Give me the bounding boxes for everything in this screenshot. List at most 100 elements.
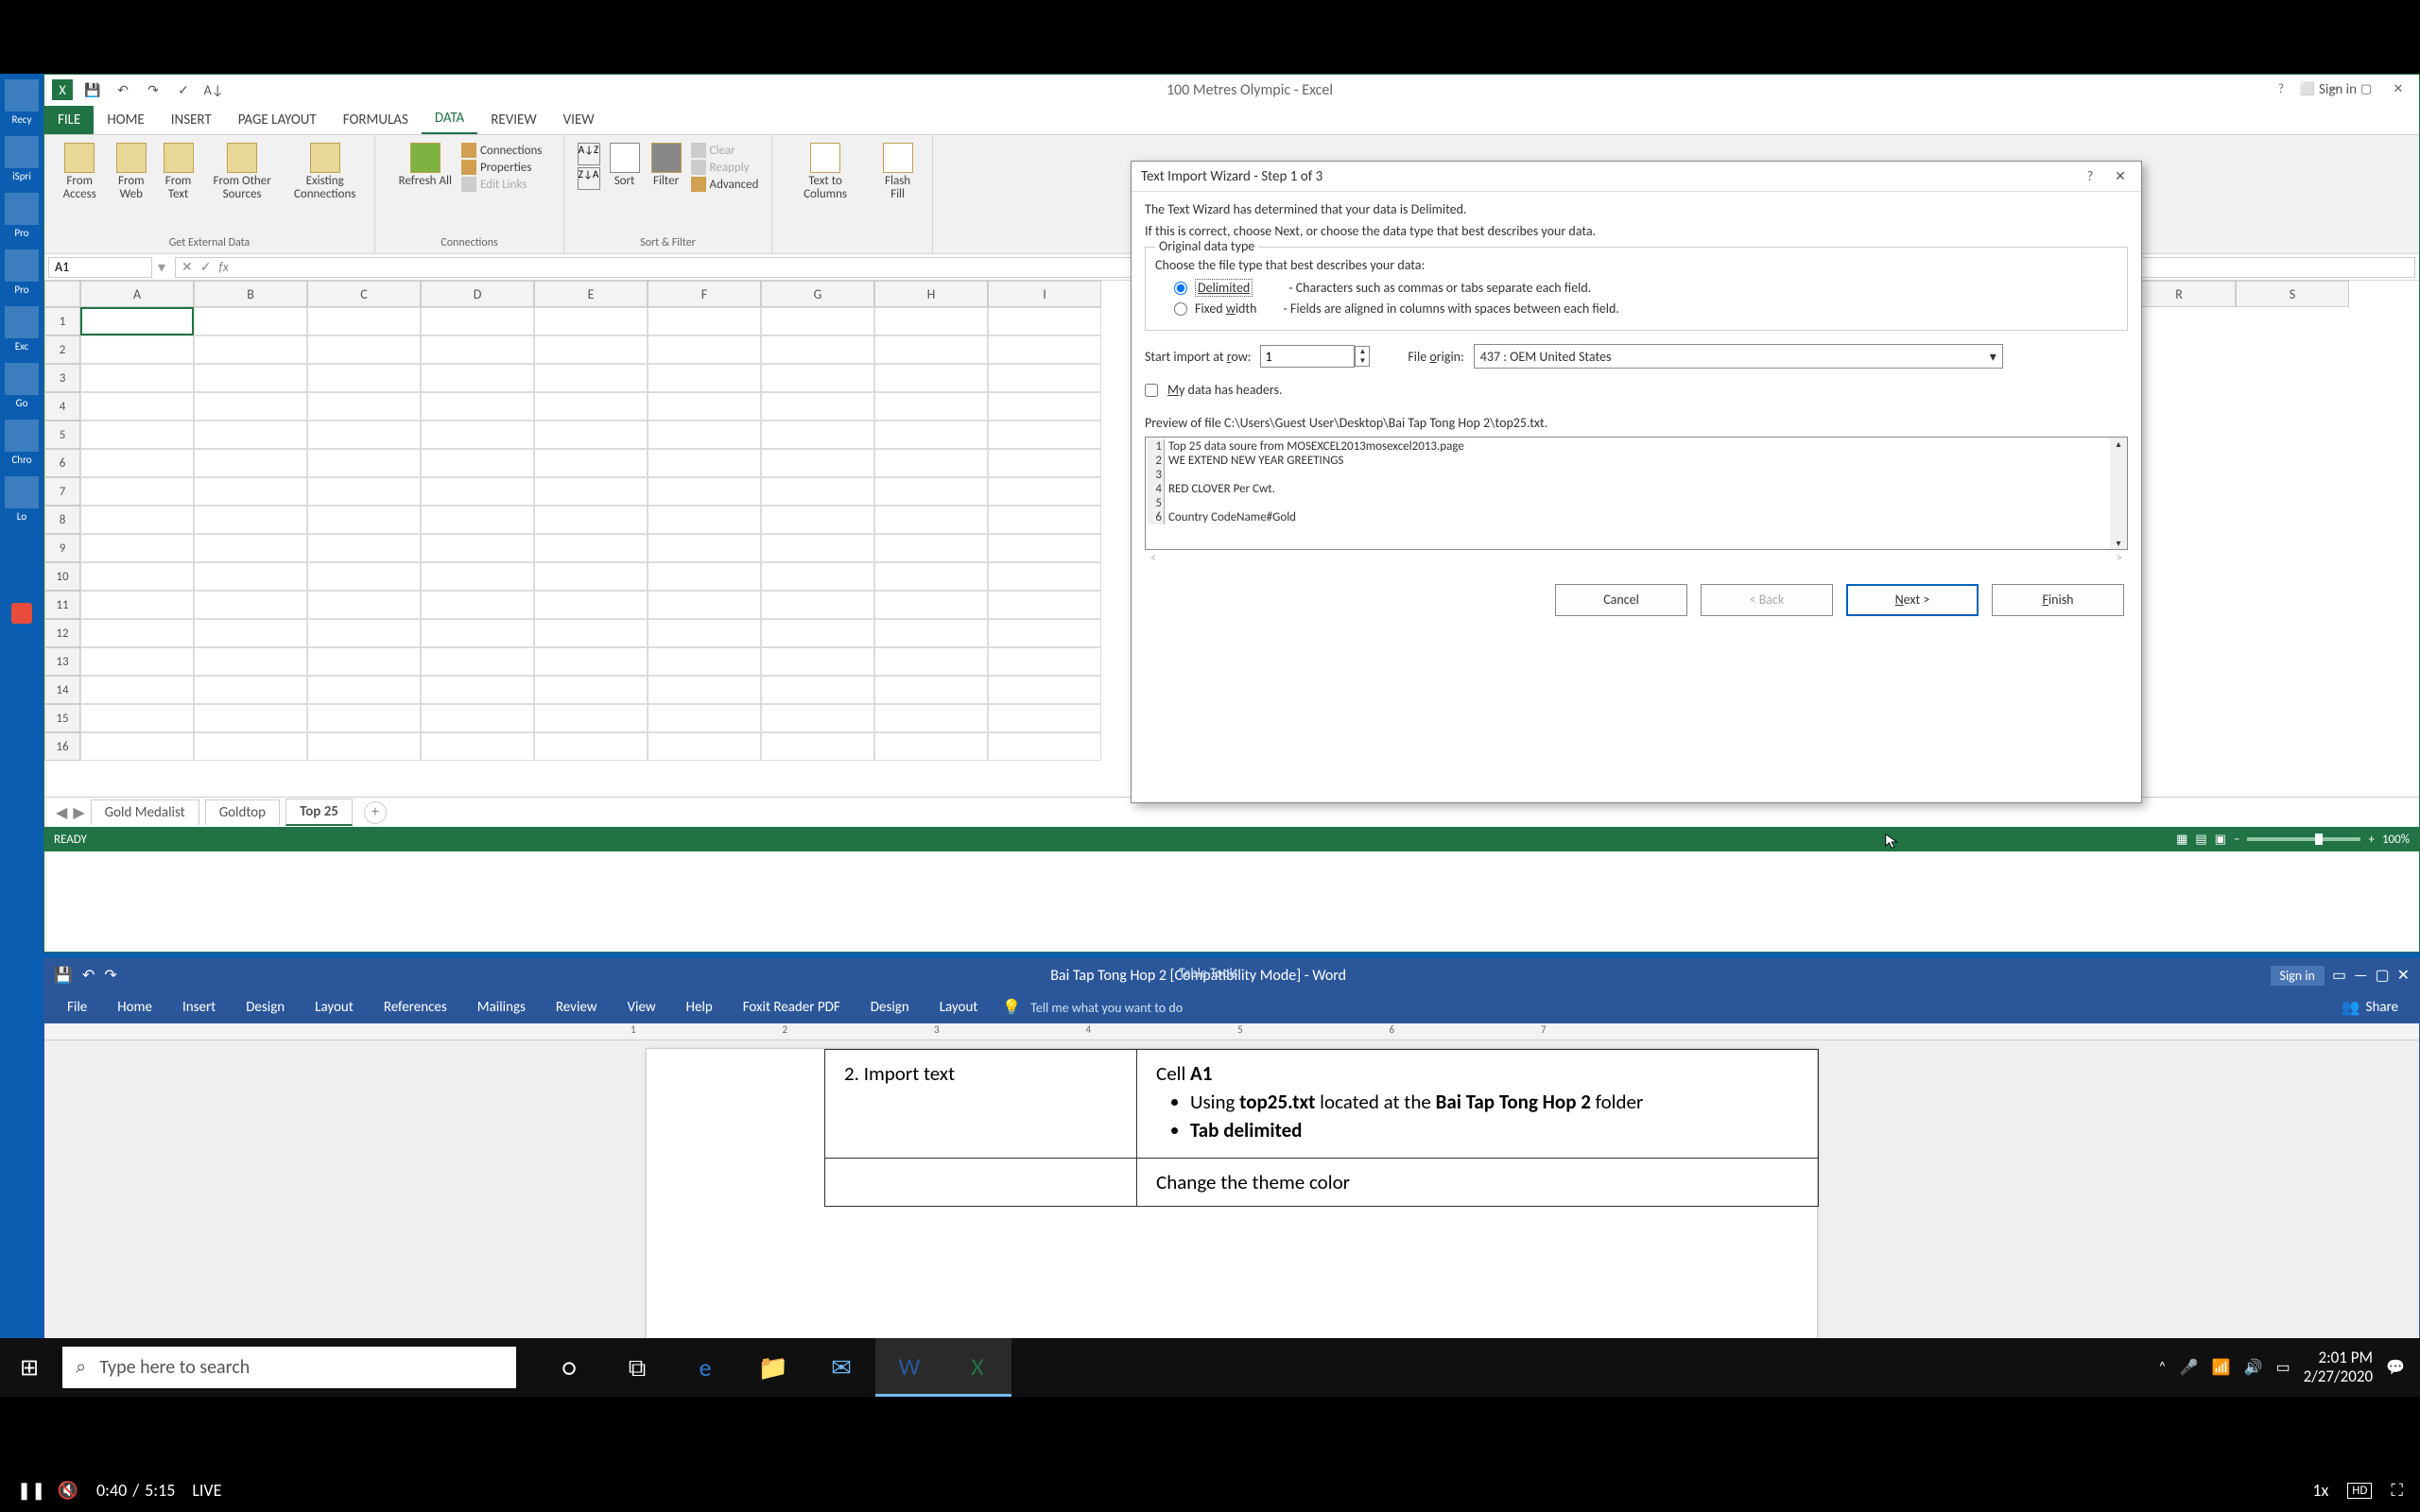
table-cell[interactable]	[825, 1159, 1137, 1207]
cell[interactable]	[194, 392, 307, 421]
cell[interactable]	[874, 704, 988, 732]
cell[interactable]	[874, 619, 988, 647]
cell[interactable]	[307, 562, 421, 591]
cell[interactable]	[761, 704, 874, 732]
cell[interactable]	[648, 335, 761, 364]
row-header[interactable]: 11	[44, 591, 80, 619]
tab-review[interactable]: Review	[541, 993, 613, 1022]
cell[interactable]	[307, 364, 421, 392]
cell[interactable]	[194, 562, 307, 591]
zoom-slider[interactable]	[2247, 837, 2360, 841]
col-header[interactable]: D	[421, 281, 534, 307]
cell[interactable]	[874, 335, 988, 364]
cell[interactable]	[80, 619, 194, 647]
cell[interactable]	[874, 392, 988, 421]
cell[interactable]	[421, 562, 534, 591]
flash-fill-button[interactable]: Flash Fill	[871, 139, 925, 206]
col-header[interactable]: H	[874, 281, 988, 307]
cell[interactable]	[307, 732, 421, 761]
close-button[interactable]: ✕	[2385, 79, 2411, 100]
taskbar-search[interactable]: ⌕ Type here to search	[62, 1347, 516, 1388]
cell[interactable]	[534, 477, 648, 506]
sheet-next-icon[interactable]: ▶	[73, 803, 84, 822]
cell[interactable]	[307, 335, 421, 364]
cell[interactable]	[421, 449, 534, 477]
tab-design[interactable]: Design	[231, 993, 300, 1022]
spellcheck-icon[interactable]: ✓	[173, 79, 194, 100]
cell[interactable]	[194, 335, 307, 364]
save-icon[interactable]: 💾	[54, 966, 73, 985]
cell[interactable]	[534, 647, 648, 676]
save-icon[interactable]: 💾	[82, 79, 103, 100]
tab-view[interactable]: VIEW	[550, 106, 608, 134]
row-header[interactable]: 1	[44, 307, 80, 335]
col-header[interactable]: G	[761, 281, 874, 307]
cell[interactable]	[307, 647, 421, 676]
cell[interactable]	[988, 647, 1101, 676]
cell[interactable]	[421, 676, 534, 704]
view-page-layout-icon[interactable]: ▤	[2195, 833, 2206, 847]
taskbar-clock[interactable]: 2:01 PM 2/27/2020	[2304, 1349, 2373, 1387]
cell[interactable]	[988, 335, 1101, 364]
row-header[interactable]: 2	[44, 335, 80, 364]
tab-formulas[interactable]: FORMULAS	[330, 106, 422, 134]
cell[interactable]	[534, 676, 648, 704]
cell[interactable]	[194, 477, 307, 506]
finish-button[interactable]: Finish	[1992, 584, 2124, 616]
from-access-button[interactable]: From Access	[52, 139, 107, 206]
col-header[interactable]: I	[988, 281, 1101, 307]
cell[interactable]	[194, 676, 307, 704]
cell[interactable]	[761, 364, 874, 392]
properties-button[interactable]: Properties	[461, 160, 542, 175]
cell[interactable]	[648, 392, 761, 421]
row-header[interactable]: 14	[44, 676, 80, 704]
cell[interactable]	[988, 477, 1101, 506]
select-all-triangle[interactable]	[44, 281, 80, 307]
cell[interactable]	[874, 477, 988, 506]
sheet-tab-top25[interactable]: Top 25	[285, 799, 353, 826]
close-button[interactable]: ✕	[2397, 966, 2410, 985]
cell[interactable]	[80, 364, 194, 392]
cell[interactable]	[534, 364, 648, 392]
cell[interactable]	[988, 392, 1101, 421]
desktop-icon[interactable]: Chro	[2, 420, 42, 471]
zoom-level[interactable]: 100%	[2382, 833, 2410, 847]
existing-connections-button[interactable]: Existing Connections	[283, 139, 367, 206]
cell[interactable]	[761, 732, 874, 761]
cell[interactable]	[194, 704, 307, 732]
redo-icon[interactable]: ↷	[143, 79, 164, 100]
hscroll-right-icon[interactable]: >	[2117, 552, 2122, 565]
cell[interactable]	[648, 676, 761, 704]
cell[interactable]	[194, 619, 307, 647]
desktop-icon[interactable]: Exc	[2, 306, 42, 357]
delimited-radio[interactable]	[1174, 282, 1187, 295]
cell[interactable]	[421, 506, 534, 534]
cell[interactable]	[988, 676, 1101, 704]
cell[interactable]	[194, 506, 307, 534]
view-normal-icon[interactable]: ▦	[2176, 833, 2187, 847]
sort-button[interactable]: Sort	[604, 139, 646, 196]
dialog-help-button[interactable]: ?	[2079, 165, 2101, 188]
cell[interactable]	[988, 619, 1101, 647]
cell[interactable]	[761, 421, 874, 449]
playback-speed[interactable]: 1x	[2312, 1480, 2328, 1501]
tab-view[interactable]: View	[613, 993, 671, 1022]
cell[interactable]	[194, 421, 307, 449]
text-to-columns-button[interactable]: Text to Columns	[780, 139, 871, 206]
cell[interactable]	[307, 421, 421, 449]
cell[interactable]	[534, 704, 648, 732]
col-header[interactable]: A	[80, 281, 194, 307]
cell[interactable]	[534, 506, 648, 534]
row-header[interactable]: 4	[44, 392, 80, 421]
cell[interactable]	[421, 591, 534, 619]
cell[interactable]	[761, 449, 874, 477]
cell[interactable]	[307, 591, 421, 619]
cell[interactable]	[534, 307, 648, 335]
cell[interactable]	[194, 364, 307, 392]
cell[interactable]	[761, 477, 874, 506]
tab-review[interactable]: REVIEW	[477, 106, 549, 134]
cell[interactable]	[648, 506, 761, 534]
cell[interactable]	[307, 676, 421, 704]
cell[interactable]	[421, 704, 534, 732]
cell[interactable]	[761, 647, 874, 676]
